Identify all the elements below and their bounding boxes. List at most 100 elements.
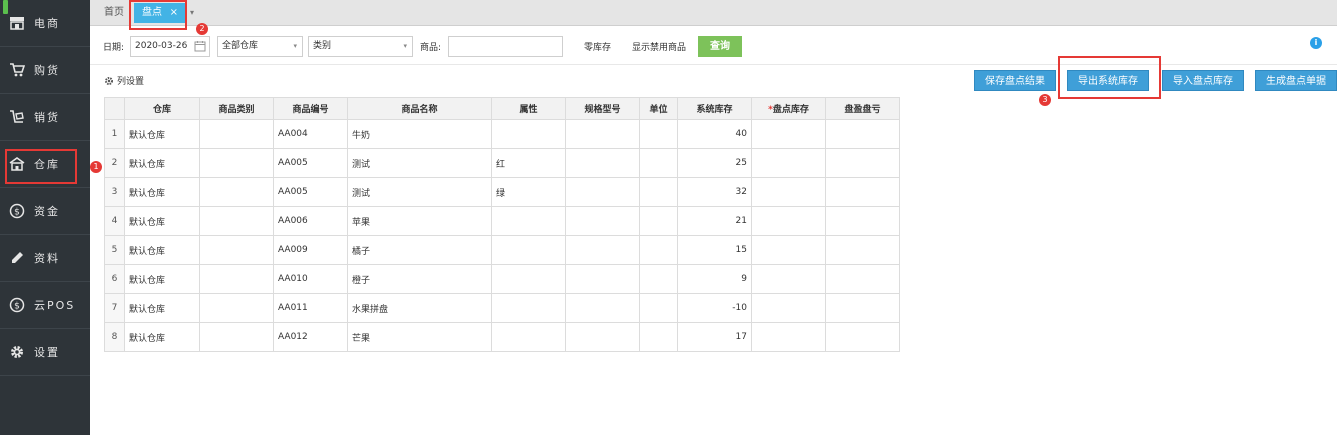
- cell-count-stock[interactable]: [751, 264, 826, 294]
- header-code[interactable]: 商品编号: [273, 97, 348, 120]
- sidebar-item-ecommerce[interactable]: 电商: [0, 0, 90, 46]
- cell-attribute: [491, 322, 566, 352]
- header-index: [104, 97, 125, 120]
- table-row[interactable]: 5 默认仓库 AA009 橘子 15: [104, 235, 900, 265]
- header-attribute[interactable]: 属性: [491, 97, 566, 120]
- table-row[interactable]: 1 默认仓库 AA004 牛奶 40: [104, 119, 900, 149]
- table-header-row: 仓库 商品类别 商品编号 商品名称 属性 规格型号 单位 系统库存 *盘点库存 …: [104, 97, 900, 120]
- cell-profit-loss: [825, 322, 900, 352]
- highlight-export-button: [1058, 56, 1161, 99]
- cell-category: [199, 264, 274, 294]
- table-row[interactable]: 6 默认仓库 AA010 橙子 9: [104, 264, 900, 294]
- sidebar-item-label: 云POS: [34, 299, 76, 312]
- table-row[interactable]: 7 默认仓库 AA011 水果拼盘 -10: [104, 293, 900, 323]
- header-system-stock[interactable]: 系统库存: [677, 97, 752, 120]
- info-icon[interactable]: i: [1310, 37, 1322, 49]
- cell-system-stock: 32: [677, 177, 752, 207]
- header-unit[interactable]: 单位: [639, 97, 678, 120]
- category-select[interactable]: 类别 ▾: [308, 36, 413, 57]
- cell-code: AA005: [273, 148, 348, 178]
- warehouse-select[interactable]: 全部仓库 ▾: [217, 36, 303, 57]
- cell-count-stock[interactable]: [751, 206, 826, 236]
- cell-count-stock[interactable]: [751, 322, 826, 352]
- query-button[interactable]: 查询: [698, 36, 742, 57]
- cell-row-number: 8: [104, 322, 125, 352]
- column-settings-label: 列设置: [117, 77, 145, 87]
- cell-count-stock[interactable]: [751, 177, 826, 207]
- zero-stock-option[interactable]: 零库存: [584, 40, 611, 53]
- cell-warehouse: 默认仓库: [124, 264, 200, 294]
- cell-attribute: 红: [491, 148, 566, 178]
- cell-count-stock[interactable]: [751, 119, 826, 149]
- cell-profit-loss: [825, 206, 900, 236]
- cell-name: 牛奶: [347, 119, 492, 149]
- save-count-result-button[interactable]: 保存盘点结果: [974, 70, 1056, 91]
- cell-count-stock[interactable]: [751, 293, 826, 323]
- column-settings-button[interactable]: 列设置: [104, 74, 144, 87]
- sidebar-item-label: 电商: [34, 17, 60, 30]
- cell-system-stock: 15: [677, 235, 752, 265]
- import-count-stock-button[interactable]: 导入盘点库存: [1162, 70, 1244, 91]
- cell-code: AA010: [273, 264, 348, 294]
- sidebar-divider: [0, 375, 90, 376]
- header-spec[interactable]: 规格型号: [565, 97, 640, 120]
- table-row[interactable]: 3 默认仓库 AA005 测试绿 32: [104, 177, 900, 207]
- cell-warehouse: 默认仓库: [124, 206, 200, 236]
- sidebar-item-purchase[interactable]: 购货: [0, 47, 90, 93]
- header-count-stock[interactable]: *盘点库存: [751, 97, 826, 120]
- header-profit-loss[interactable]: 盘盈盘亏: [825, 97, 900, 120]
- cell-name: 测试: [347, 148, 492, 178]
- generate-count-document-button[interactable]: 生成盘点单据: [1255, 70, 1337, 91]
- date-field[interactable]: 2020-03-26: [130, 36, 210, 57]
- cell-category: [199, 293, 274, 323]
- inventory-count-table: 仓库 商品类别 商品编号 商品名称 属性 规格型号 单位 系统库存 *盘点库存 …: [104, 97, 900, 352]
- pen-icon: [0, 250, 34, 266]
- step-badge-3: 3: [1039, 94, 1051, 106]
- cell-category: [199, 206, 274, 236]
- cell-system-stock: 40: [677, 119, 752, 149]
- cell-code: AA011: [273, 293, 348, 323]
- header-category[interactable]: 商品类别: [199, 97, 274, 120]
- cell-system-stock: -10: [677, 293, 752, 323]
- sidebar-item-label: 设置: [34, 346, 60, 359]
- sidebar-item-settings[interactable]: 设置: [0, 329, 90, 375]
- cell-count-stock[interactable]: [751, 148, 826, 178]
- tab-home[interactable]: 首页: [100, 3, 128, 23]
- header-warehouse[interactable]: 仓库: [124, 97, 200, 120]
- sidebar-item-sales[interactable]: 销货: [0, 94, 90, 140]
- cell-row-number: 3: [104, 177, 125, 207]
- cell-spec: [565, 119, 640, 149]
- gear-icon: [0, 344, 34, 360]
- sidebar-item-label: 销货: [34, 111, 60, 124]
- cell-system-stock: 9: [677, 264, 752, 294]
- sidebar-item-cloud-pos[interactable]: $ 云POS: [0, 282, 90, 328]
- chevron-down-icon[interactable]: ▾: [190, 3, 200, 23]
- table-row[interactable]: 2 默认仓库 AA005 测试红 25: [104, 148, 900, 178]
- cell-code: AA004: [273, 119, 348, 149]
- cell-name: 橙子: [347, 264, 492, 294]
- sidebar-item-data[interactable]: 资料: [0, 235, 90, 281]
- cell-system-stock: 17: [677, 322, 752, 352]
- cell-unit: [639, 119, 678, 149]
- cell-name: 测试: [347, 177, 492, 207]
- cell-category: [199, 177, 274, 207]
- cell-profit-loss: [825, 177, 900, 207]
- product-input[interactable]: [448, 36, 563, 57]
- header-count-stock-label: 盘点库存: [772, 105, 809, 115]
- table-row[interactable]: 4 默认仓库 AA006 苹果 21: [104, 206, 900, 236]
- table-row[interactable]: 8 默认仓库 AA012 芒果 17: [104, 322, 900, 352]
- cell-spec: [565, 322, 640, 352]
- sidebar-item-label: 资金: [34, 205, 60, 218]
- cell-unit: [639, 264, 678, 294]
- cell-name: 橘子: [347, 235, 492, 265]
- header-name[interactable]: 商品名称: [347, 97, 492, 120]
- date-value: 2020-03-26: [135, 41, 188, 51]
- cell-count-stock[interactable]: [751, 235, 826, 265]
- show-disabled-option[interactable]: 显示禁用商品: [632, 40, 686, 53]
- cell-warehouse: 默认仓库: [124, 148, 200, 178]
- cell-category: [199, 322, 274, 352]
- calendar-icon[interactable]: [194, 40, 206, 60]
- sidebar-item-funds[interactable]: $ 资金: [0, 188, 90, 234]
- cell-warehouse: 默认仓库: [124, 119, 200, 149]
- cell-category: [199, 235, 274, 265]
